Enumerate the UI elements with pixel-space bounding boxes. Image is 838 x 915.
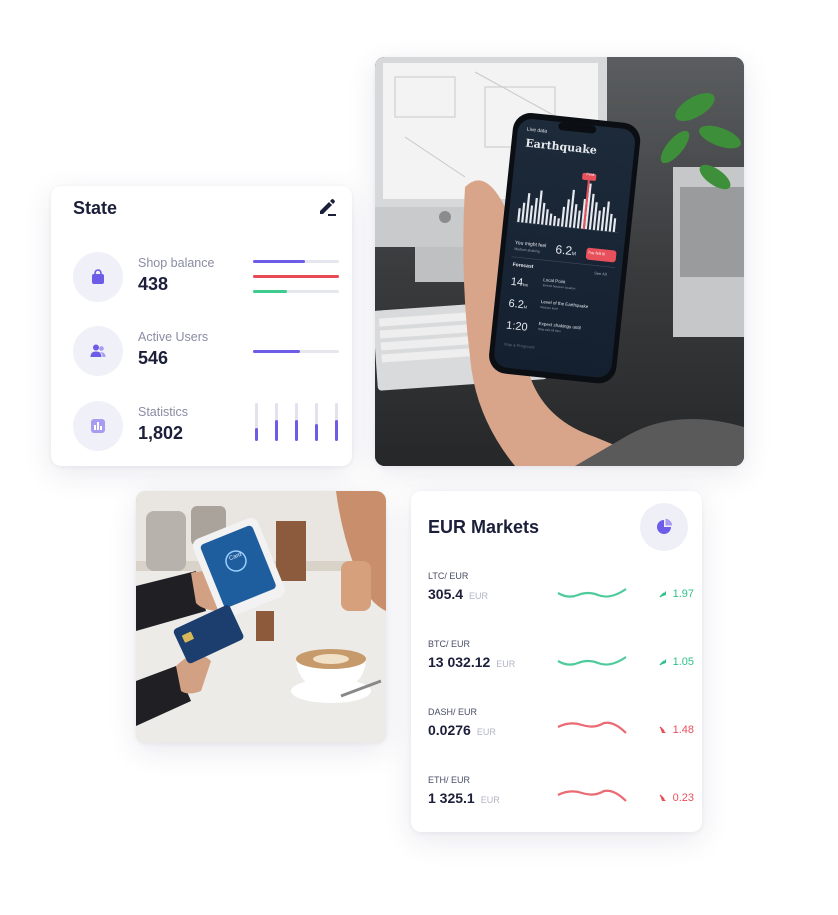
market-pair: BTC/ EUR <box>428 639 471 649</box>
eur-markets-title: EUR Markets <box>428 517 540 537</box>
market-row[interactable]: BTC/ EUR 13 032.12 EUR 1.05 <box>428 639 694 685</box>
trend-up-icon <box>659 659 666 666</box>
trend-up-icon <box>659 591 666 598</box>
shop-balance-bar-2 <box>253 275 339 278</box>
state-title: State <box>73 198 118 218</box>
market-currency: EUR <box>496 659 516 669</box>
phone-title: Earthquake <box>524 136 598 157</box>
market-row[interactable]: ETH/ EUR 1 325.1 EUR 0.23 <box>428 775 694 821</box>
statistics-row[interactable]: Statistics 1,802 <box>73 401 343 451</box>
shopping-bag-icon <box>73 252 123 302</box>
card-payment-photo: Card <box>136 491 386 743</box>
trend-down-icon <box>659 726 666 734</box>
forecast-item-3[interactable]: 1:20 Expect shakings until Stay safe til… <box>505 316 581 336</box>
market-change: 1.48 <box>659 724 694 736</box>
statistics-bar <box>275 403 278 441</box>
shop-balance-bar-1 <box>253 260 339 263</box>
market-row[interactable]: DASH/ EUR 0.0276 EUR 1.48 <box>428 707 694 753</box>
forecast-item-1[interactable]: 14km Local Point Embed between location <box>510 272 575 292</box>
payment-photo-illustration <box>136 491 386 743</box>
magnitude: 6.2M <box>554 242 577 258</box>
back-link: Live data <box>526 126 548 135</box>
users-icon <box>73 326 123 376</box>
shop-balance-bars <box>253 252 343 302</box>
market-sparkline <box>557 656 627 666</box>
chart-peak-label: Peak <box>586 172 595 177</box>
market-change: 1.05 <box>659 656 694 668</box>
market-change: 1.97 <box>659 588 694 600</box>
earthquake-app-photo: Live data Earthquake Peak You might feel… <box>375 57 744 466</box>
market-sparkline <box>557 721 627 734</box>
statistics-bar <box>335 403 338 441</box>
shop-balance-label: Shop balance <box>138 256 215 270</box>
forecast-item-2[interactable]: 6.2M Level of the Earthquake Medium leve… <box>508 294 589 314</box>
shop-balance-row[interactable]: Shop balance 438 <box>73 252 343 302</box>
market-price: 1 325.1 EUR <box>428 790 500 806</box>
active-users-bars <box>253 326 343 376</box>
state-card: State Shop balance 438 Active Users 546 … <box>51 186 352 466</box>
phone-screen: Live data Earthquake Peak You might feel… <box>487 111 642 385</box>
market-price: 0.0276 EUR <box>428 722 496 738</box>
statistics-bar <box>315 403 318 441</box>
statistics-value: 1,802 <box>138 423 184 443</box>
market-price: 13 032.12 EUR <box>428 654 516 670</box>
market-currency: EUR <box>480 795 500 805</box>
active-users-bar <box>253 350 339 353</box>
market-price: 305.4 EUR <box>428 586 489 602</box>
pencil-icon[interactable] <box>316 196 338 218</box>
forecast-label: Forecast <box>512 261 534 271</box>
active-users-label: Active Users <box>138 330 209 344</box>
statistics-bar <box>295 403 298 441</box>
statistics-bars <box>253 401 343 451</box>
active-users-value: 546 <box>138 348 169 368</box>
market-pair: DASH/ EUR <box>428 707 478 717</box>
map-prognosis-link[interactable]: Map & Prognosis <box>504 341 535 349</box>
market-row[interactable]: LTC/ EUR 305.4 EUR 1.97 <box>428 571 694 617</box>
market-pair: ETH/ EUR <box>428 775 471 785</box>
market-currency: EUR <box>476 727 496 737</box>
pie-chart-icon[interactable] <box>640 503 688 551</box>
market-sparkline <box>557 588 627 598</box>
see-all-link[interactable]: See All <box>594 270 607 276</box>
market-pair: LTC/ EUR <box>428 571 469 581</box>
bar-chart-icon <box>73 401 123 451</box>
statistics-label: Statistics <box>138 405 189 419</box>
shop-balance-value: 438 <box>138 274 169 294</box>
statistics-bar <box>255 403 258 441</box>
active-users-row[interactable]: Active Users 546 <box>73 326 343 376</box>
felt-button[interactable]: I've felt it! <box>588 250 605 257</box>
eur-markets-card: EUR Markets LTC/ EUR 305.4 EUR 1.97 BTC/ EUR… <box>411 491 702 832</box>
market-sparkline <box>557 789 627 802</box>
market-currency: EUR <box>469 591 489 601</box>
shop-balance-bar-3 <box>253 290 339 293</box>
market-change: 0.23 <box>659 792 694 804</box>
trend-down-icon <box>659 794 666 802</box>
